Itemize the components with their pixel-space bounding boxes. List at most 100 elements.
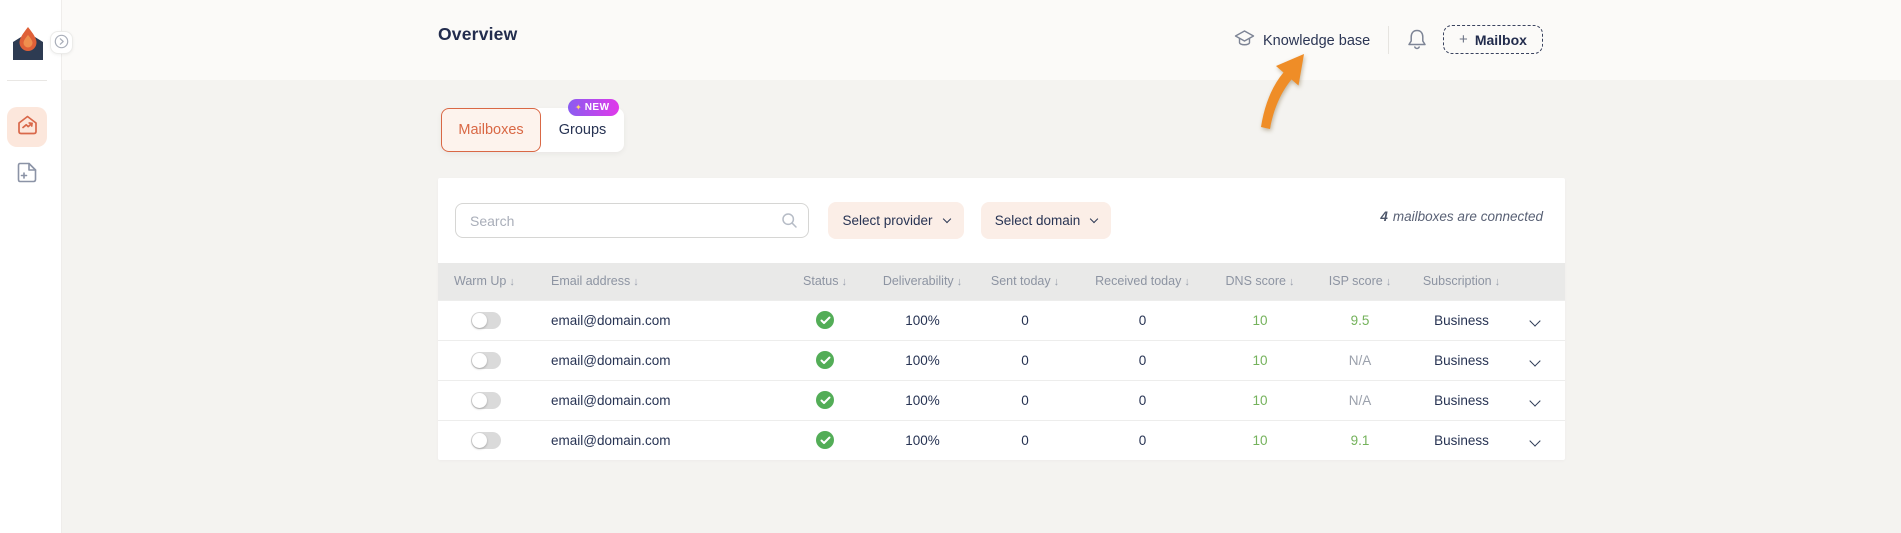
plus-icon: + (1459, 31, 1468, 48)
received-today-cell: 0 (1085, 340, 1200, 380)
page-title: Overview (438, 24, 517, 45)
file-plus-icon (15, 160, 39, 190)
topbar: Overview Knowledge base + Mailbox (62, 0, 1901, 80)
dns-score-cell: 10 (1252, 313, 1267, 328)
add-mailbox-label: Mailbox (1475, 32, 1527, 48)
subscription-cell: Business (1400, 380, 1523, 420)
isp-score-cell: 9.1 (1351, 433, 1370, 448)
dns-score-cell: 10 (1252, 393, 1267, 408)
status-ok-icon (816, 391, 834, 409)
connected-count-note: 4 mailboxes are connected (1380, 209, 1543, 224)
col-header-isp-score[interactable]: ISP score↓ (1320, 263, 1400, 300)
new-badge: ✦ NEW (568, 99, 619, 116)
col-header-sent-today[interactable]: Sent today↓ (965, 263, 1085, 300)
dns-score-cell: 10 (1252, 353, 1267, 368)
select-domain-dropdown[interactable]: Select domain (981, 202, 1111, 239)
col-header-actions (1523, 263, 1565, 300)
row-expand-chevron-icon[interactable] (1529, 435, 1540, 446)
row-expand-chevron-icon[interactable] (1529, 395, 1540, 406)
status-ok-icon (816, 311, 834, 329)
select-domain-label: Select domain (995, 213, 1081, 228)
sidebar-collapse-button[interactable] (50, 31, 73, 54)
sent-today-cell: 0 (965, 420, 1085, 460)
col-header-status[interactable]: Status↓ (770, 263, 880, 300)
dns-score-cell: 10 (1252, 433, 1267, 448)
connected-count: 4 (1380, 209, 1388, 224)
sort-icon: ↓ (954, 276, 963, 288)
warmup-toggle[interactable] (471, 312, 501, 329)
sidebar-item-overview[interactable] (7, 107, 47, 147)
row-expand-chevron-icon[interactable] (1529, 355, 1540, 366)
search-input[interactable] (455, 203, 809, 238)
mailboxes-card: Select provider Select domain 4 mailboxes… (438, 178, 1565, 460)
received-today-cell: 0 (1085, 380, 1200, 420)
sidebar (0, 0, 62, 533)
isp-score-cell: N/A (1349, 353, 1372, 368)
isp-score-cell: 9.5 (1351, 313, 1370, 328)
table-row: email@domain.com 100% 0 0 10 9.5 Busines… (438, 300, 1565, 340)
col-header-warm-up[interactable]: Warm Up↓ (438, 263, 528, 300)
deliverability-cell: 100% (880, 340, 965, 380)
graduation-cap-icon (1234, 29, 1255, 53)
received-today-cell: 0 (1085, 300, 1200, 340)
warmup-toggle[interactable] (471, 352, 501, 369)
email-cell: email@domain.com (528, 380, 770, 420)
chevron-right-icon (54, 34, 69, 52)
sort-icon: ↓ (630, 276, 639, 288)
status-ok-icon (816, 431, 834, 449)
subscription-cell: Business (1400, 300, 1523, 340)
email-cell: email@domain.com (528, 420, 770, 460)
email-cell: email@domain.com (528, 340, 770, 380)
sent-today-cell: 0 (965, 380, 1085, 420)
sidebar-item-add-document[interactable] (7, 155, 47, 195)
knowledge-base-link[interactable]: Knowledge base (1234, 29, 1370, 53)
notifications-bell-icon[interactable] (1406, 28, 1428, 52)
home-trend-icon (16, 114, 39, 141)
tabs: Mailboxes Groups ✦ NEW (441, 108, 624, 152)
select-provider-dropdown[interactable]: Select provider (828, 202, 964, 239)
app-root: Overview Knowledge base + Mailbox Mailb (0, 0, 1901, 533)
chevron-down-icon (1090, 214, 1098, 222)
connected-text: mailboxes are connected (1393, 209, 1543, 224)
col-header-email[interactable]: Email address↓ (528, 263, 770, 300)
sidebar-divider (7, 80, 47, 81)
new-badge-label: NEW (585, 102, 610, 113)
sort-icon: ↓ (1051, 276, 1060, 288)
sort-icon: ↓ (838, 276, 847, 288)
chevron-down-icon (942, 214, 950, 222)
subscription-cell: Business (1400, 420, 1523, 460)
col-header-deliverability[interactable]: Deliverability↓ (880, 263, 965, 300)
row-expand-chevron-icon[interactable] (1529, 315, 1540, 326)
topbar-divider (1388, 26, 1389, 54)
isp-score-cell: N/A (1349, 393, 1372, 408)
warmup-toggle[interactable] (471, 392, 501, 409)
sort-icon: ↓ (1492, 276, 1501, 288)
deliverability-cell: 100% (880, 420, 965, 460)
table-header-row: Warm Up↓ Email address↓ Status↓ Delivera… (438, 263, 1565, 300)
table-row: email@domain.com 100% 0 0 10 N/A Busines… (438, 340, 1565, 380)
col-header-received-today[interactable]: Received today↓ (1085, 263, 1200, 300)
knowledge-base-label: Knowledge base (1263, 33, 1370, 49)
flame-envelope-logo-icon[interactable] (11, 26, 45, 62)
sort-icon: ↓ (506, 276, 515, 288)
table-row: email@domain.com 100% 0 0 10 N/A Busines… (438, 380, 1565, 420)
sparkle-icon: ✦ (575, 103, 582, 112)
subscription-cell: Business (1400, 340, 1523, 380)
mailboxes-table: Warm Up↓ Email address↓ Status↓ Delivera… (438, 263, 1565, 460)
deliverability-cell: 100% (880, 380, 965, 420)
search-icon (781, 212, 798, 234)
sort-icon: ↓ (1286, 276, 1295, 288)
col-header-subscription[interactable]: Subscription↓ (1400, 263, 1523, 300)
select-provider-label: Select provider (842, 213, 932, 228)
deliverability-cell: 100% (880, 300, 965, 340)
tab-mailboxes[interactable]: Mailboxes (441, 108, 541, 152)
warmup-toggle[interactable] (471, 432, 501, 449)
sort-icon: ↓ (1181, 276, 1190, 288)
received-today-cell: 0 (1085, 420, 1200, 460)
col-header-dns-score[interactable]: DNS score↓ (1200, 263, 1320, 300)
email-cell: email@domain.com (528, 300, 770, 340)
search-input-wrap (455, 203, 809, 238)
table-row: email@domain.com 100% 0 0 10 9.1 Busines… (438, 420, 1565, 460)
add-mailbox-button[interactable]: + Mailbox (1443, 25, 1543, 54)
status-ok-icon (816, 351, 834, 369)
